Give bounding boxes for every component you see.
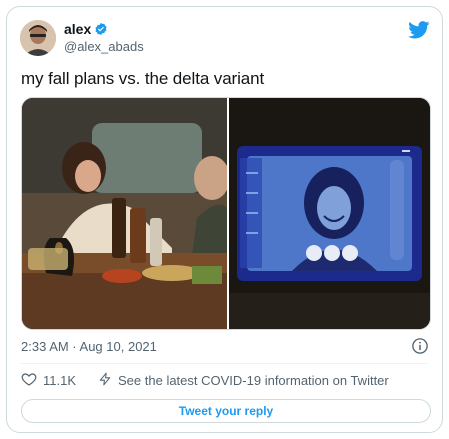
verified-badge-icon bbox=[95, 22, 107, 36]
lightning-icon bbox=[98, 371, 112, 390]
tweet-text: my fall plans vs. the delta variant bbox=[21, 69, 265, 88]
tweet-media[interactable] bbox=[21, 97, 431, 330]
media-image bbox=[22, 98, 430, 329]
avatar[interactable] bbox=[20, 20, 56, 56]
engagement-row: 11.1K See the latest COVID-19 informatio… bbox=[21, 371, 389, 390]
display-name[interactable]: alex bbox=[64, 21, 91, 37]
tweet-card: alex @alex_abads my fall plans vs. the d… bbox=[6, 6, 443, 433]
twitter-bird-icon[interactable] bbox=[408, 21, 430, 44]
covid-info-link[interactable]: See the latest COVID-19 information on T… bbox=[118, 373, 389, 388]
tweet-timestamp[interactable]: 2:33 AM · Aug 10, 2021 bbox=[21, 339, 157, 354]
heart-icon[interactable] bbox=[21, 371, 37, 390]
info-icon[interactable] bbox=[411, 337, 429, 360]
author-name-row: alex bbox=[64, 21, 108, 37]
divider bbox=[21, 363, 428, 364]
avatar-image bbox=[20, 20, 56, 56]
tweet-your-reply-button[interactable]: Tweet your reply bbox=[21, 399, 431, 423]
like-count[interactable]: 11.1K bbox=[43, 373, 76, 388]
author-handle[interactable]: @alex_abads bbox=[64, 39, 144, 54]
